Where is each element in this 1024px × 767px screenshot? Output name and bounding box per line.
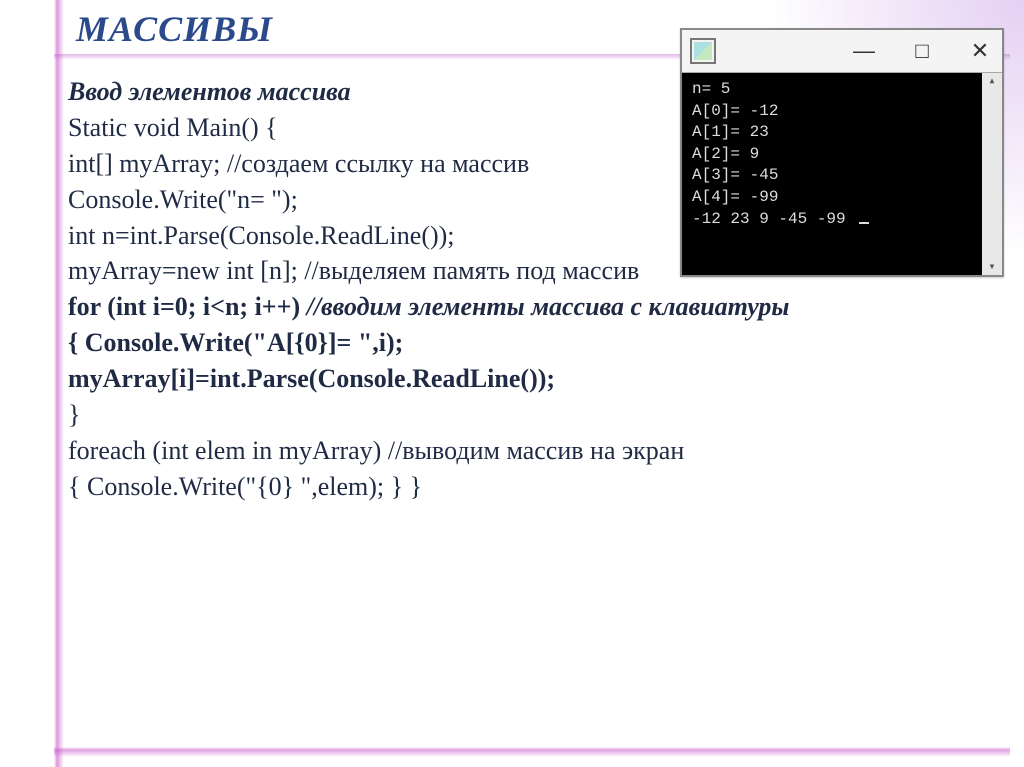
console-line: n= 5 <box>692 79 992 101</box>
console-line: A[2]= 9 <box>692 144 992 166</box>
console-line: A[4]= -99 <box>692 187 992 209</box>
app-icon <box>690 38 716 64</box>
code-line: for (int i=0; i<n; i++) //вводим элемент… <box>68 289 994 325</box>
console-window: — □ ✕ n= 5 A[0]= -12 A[1]= 23 A[2]= 9 A[… <box>680 28 1004 277</box>
scrollbar[interactable]: ▴ ▾ <box>982 73 1002 275</box>
console-line: A[0]= -12 <box>692 101 992 123</box>
decorative-left-border <box>54 0 64 767</box>
decorative-bottom-border <box>54 747 1010 757</box>
maximize-button[interactable]: □ <box>908 40 936 62</box>
console-output: n= 5 A[0]= -12 A[1]= 23 A[2]= 9 A[3]= -4… <box>682 73 1002 275</box>
cursor-icon <box>859 222 869 224</box>
console-line: A[3]= -45 <box>692 165 992 187</box>
code-line: foreach (int elem in myArray) //выводим … <box>68 433 994 469</box>
minimize-button[interactable]: — <box>850 40 878 62</box>
console-line: -12 23 9 -45 -99 <box>692 209 992 231</box>
window-controls: — □ ✕ <box>850 40 994 62</box>
close-button[interactable]: ✕ <box>966 40 994 62</box>
code-line: } <box>68 397 994 433</box>
window-titlebar: — □ ✕ <box>682 30 1002 73</box>
code-line: { Console.Write("A[{0}]= ",i); <box>68 325 994 361</box>
code-line: { Console.Write("{0} ",elem); } } <box>68 469 994 505</box>
scroll-down-icon[interactable]: ▾ <box>988 261 995 273</box>
scroll-up-icon[interactable]: ▴ <box>988 75 995 87</box>
console-line: A[1]= 23 <box>692 122 992 144</box>
slide: МАССИВЫ Ввод элементов массива Static vo… <box>0 0 1024 767</box>
code-line: myArray[i]=int.Parse(Console.ReadLine())… <box>68 361 994 397</box>
